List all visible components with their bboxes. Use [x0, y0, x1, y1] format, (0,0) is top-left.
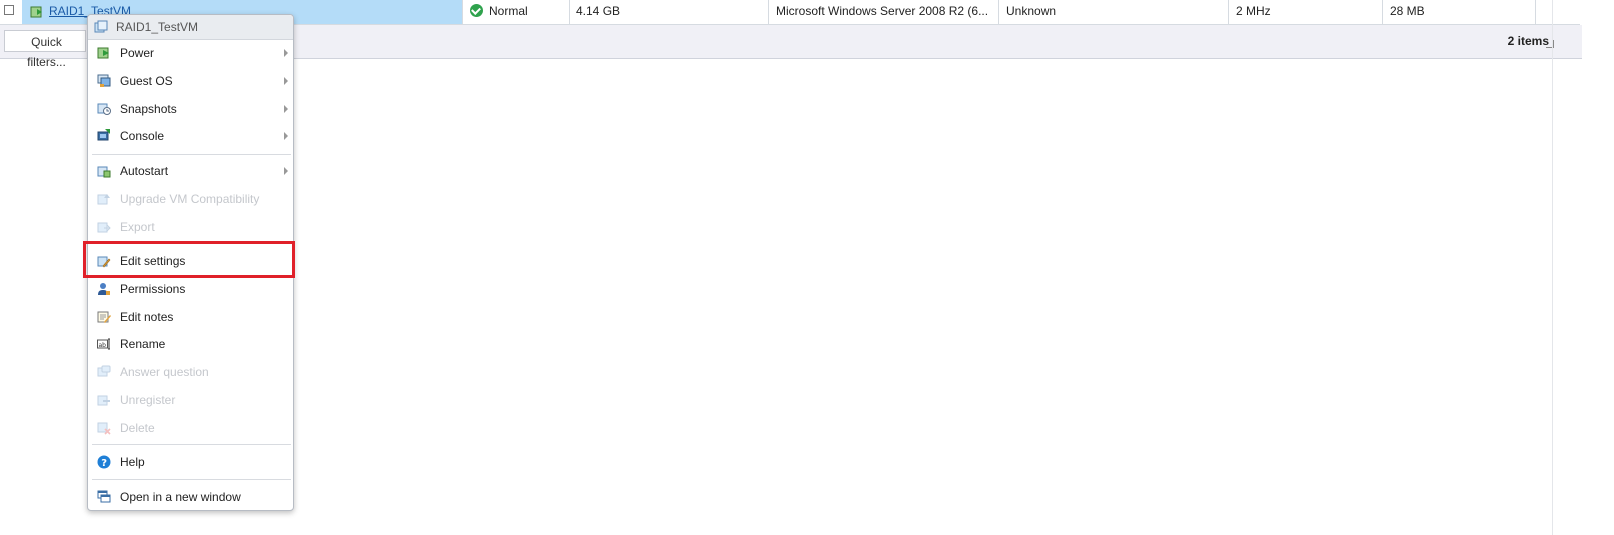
edit-settings-highlight	[83, 241, 295, 278]
help-icon: ?	[97, 455, 111, 469]
menu-label: Permissions	[120, 282, 186, 296]
provisioned-space-value: 4.14 GB	[576, 4, 621, 18]
menu-separator	[92, 154, 291, 155]
rename-icon: ab	[97, 337, 111, 351]
submenu-arrow-icon	[284, 132, 288, 140]
context-menu-title: RAID1_TestVM	[116, 20, 199, 34]
menu-separator	[92, 479, 291, 480]
menu-label: Help	[120, 455, 145, 469]
menu-label: Power	[120, 46, 155, 60]
svg-text:?: ?	[101, 458, 107, 469]
submenu-arrow-icon	[284, 167, 288, 175]
menu-item-guest-os[interactable]: Guest OS	[89, 68, 292, 94]
menu-label: Autostart	[120, 164, 169, 178]
cpu-value: 2 MHz	[1236, 4, 1271, 18]
menu-label: Upgrade VM Compatibility	[120, 192, 260, 206]
power-icon	[97, 46, 111, 60]
status-text: Normal	[489, 4, 528, 18]
menu-label: Delete	[120, 421, 155, 435]
menu-item-console[interactable]: Console	[89, 123, 292, 149]
memory-cell: 28 MB	[1383, 0, 1536, 24]
menu-item-snapshots[interactable]: Snapshots	[89, 96, 292, 122]
permissions-icon	[97, 282, 111, 296]
delete-icon	[97, 421, 111, 435]
menu-label: Rename	[120, 337, 166, 351]
edit-notes-icon	[97, 310, 111, 324]
context-menu-header: RAID1_TestVM	[88, 15, 293, 40]
menu-item-rename[interactable]: ab Rename	[89, 331, 292, 357]
console-icon	[97, 129, 111, 143]
submenu-arrow-icon	[284, 105, 288, 113]
menu-label: Open in a new window	[120, 490, 241, 504]
host-name-cell: Unknown	[999, 0, 1229, 24]
answer-question-icon	[97, 365, 111, 379]
quick-filters-button[interactable]: Quick filters...	[4, 30, 86, 69]
menu-item-edit-notes[interactable]: Edit notes	[89, 304, 292, 330]
autostart-icon	[97, 164, 111, 178]
memory-value: 28 MB	[1390, 4, 1425, 18]
host-name-value: Unknown	[1006, 4, 1057, 18]
row-checkbox[interactable]	[4, 5, 14, 15]
vm-icon	[30, 5, 44, 19]
snapshots-icon	[97, 102, 111, 116]
row-select-cell	[0, 0, 22, 24]
submenu-arrow-icon	[284, 77, 288, 85]
menu-item-autostart[interactable]: Autostart	[89, 158, 292, 184]
cpu-cell: 2 MHz	[1229, 0, 1383, 24]
menu-separator	[92, 444, 291, 445]
menu-item-power[interactable]: Power	[89, 40, 292, 66]
menu-label: Unregister	[120, 393, 176, 407]
status-ok-icon	[470, 4, 483, 17]
vertical-scrollbar[interactable]	[1552, 0, 1553, 535]
menu-item-help[interactable]: ? Help	[89, 449, 292, 475]
status-cell: Normal	[462, 0, 570, 24]
menu-item-upgrade-vm-compatibility[interactable]: Upgrade VM Compatibility	[89, 186, 292, 212]
guest-os-cell: Microsoft Windows Server 2008 R2 (6...	[769, 0, 999, 24]
menu-item-export[interactable]: Export	[89, 214, 292, 240]
export-icon	[97, 220, 111, 234]
menu-item-answer-question[interactable]: Answer question	[89, 359, 292, 385]
menu-label: Guest OS	[120, 74, 173, 88]
vm-header-icon	[94, 20, 108, 34]
menu-label: Answer question	[120, 365, 209, 379]
item-count: 2 items	[1507, 34, 1549, 48]
menu-item-unregister[interactable]: Unregister	[89, 387, 292, 413]
menu-item-permissions[interactable]: Permissions	[89, 276, 292, 302]
submenu-arrow-icon	[284, 49, 288, 57]
unregister-icon	[97, 393, 111, 407]
svg-text:ab: ab	[99, 342, 107, 349]
menu-item-open-in-new-window[interactable]: Open in a new window	[89, 484, 292, 510]
open-new-window-icon	[97, 490, 111, 504]
menu-item-delete[interactable]: Delete	[89, 415, 292, 441]
upgrade-icon	[97, 192, 111, 206]
menu-label: Export	[120, 220, 155, 234]
menu-label: Edit notes	[120, 310, 174, 324]
guest-os-value: Microsoft Windows Server 2008 R2 (6...	[776, 4, 989, 18]
guest-os-icon	[97, 74, 111, 88]
menu-label: Snapshots	[120, 102, 177, 116]
menu-label: Console	[120, 129, 165, 143]
provisioned-space-cell: 4.14 GB	[569, 0, 769, 24]
